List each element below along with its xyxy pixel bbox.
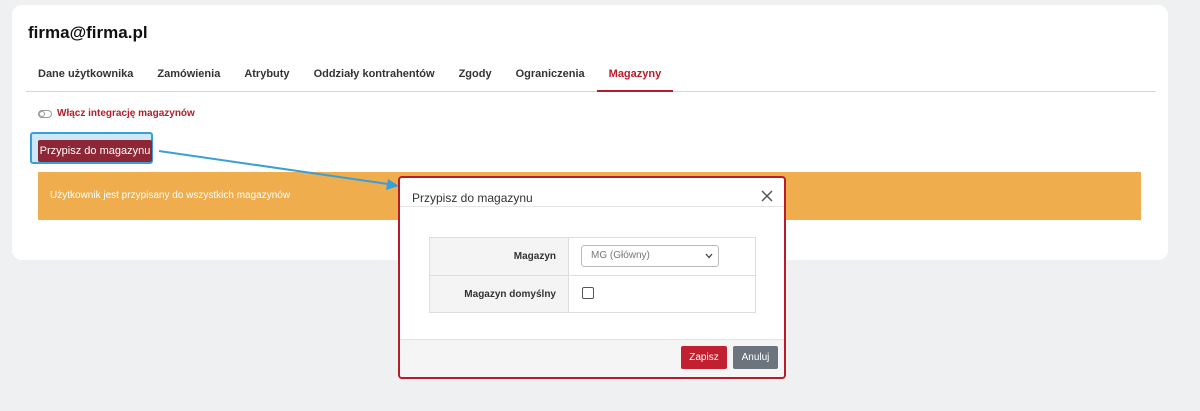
tab-dane-uzytkownika[interactable]: Dane użytkownika bbox=[26, 63, 145, 92]
close-icon[interactable] bbox=[760, 189, 774, 203]
tab-bar: Dane użytkownika Zamówienia Atrybuty Odd… bbox=[26, 63, 1156, 92]
tab-zamowienia[interactable]: Zamówienia bbox=[145, 63, 232, 92]
warehouse-form: Magazyn MG (Główny) Magazyn domyślny bbox=[429, 237, 756, 313]
save-button[interactable]: Zapisz bbox=[681, 346, 727, 369]
default-warehouse-label: Magazyn domyślny bbox=[430, 276, 569, 312]
warehouse-select-value: MG (Główny) bbox=[591, 250, 650, 261]
modal-title: Przypisz do magazynu bbox=[412, 191, 533, 205]
warehouse-label: Magazyn bbox=[430, 238, 569, 275]
integration-toggle-label[interactable]: Włącz integrację magazynów bbox=[57, 108, 195, 119]
tab-zgody[interactable]: Zgody bbox=[447, 63, 504, 92]
tab-magazyny[interactable]: Magazyny bbox=[596, 63, 674, 92]
assign-to-warehouse-button[interactable]: Przypisz do magazynu bbox=[38, 140, 152, 162]
tab-oddzialy-kontrahentow[interactable]: Oddziały kontrahentów bbox=[302, 63, 447, 92]
assign-warehouse-modal: Przypisz do magazynu Magazyn MG (Główny) bbox=[398, 176, 786, 379]
chevron-down-icon bbox=[705, 253, 713, 259]
integration-toggle-row: Włącz integrację magazynów bbox=[38, 108, 195, 119]
tab-atrybuty[interactable]: Atrybuty bbox=[232, 63, 301, 92]
form-row-warehouse: Magazyn MG (Główny) bbox=[430, 238, 755, 275]
tab-ograniczenia[interactable]: Ograniczenia bbox=[504, 63, 597, 92]
toggle-switch-icon[interactable] bbox=[38, 109, 52, 118]
modal-footer: Zapisz Anuluj bbox=[400, 339, 784, 377]
cancel-button[interactable]: Anuluj bbox=[733, 346, 778, 369]
page-title: firma@firma.pl bbox=[28, 23, 148, 42]
modal-header: Przypisz do magazynu bbox=[400, 178, 784, 207]
form-row-default-warehouse: Magazyn domyślny bbox=[430, 275, 755, 312]
default-warehouse-checkbox[interactable] bbox=[582, 287, 594, 299]
modal-body: Magazyn MG (Główny) Magazyn domyślny bbox=[400, 207, 784, 341]
warehouse-select[interactable]: MG (Główny) bbox=[581, 245, 719, 267]
